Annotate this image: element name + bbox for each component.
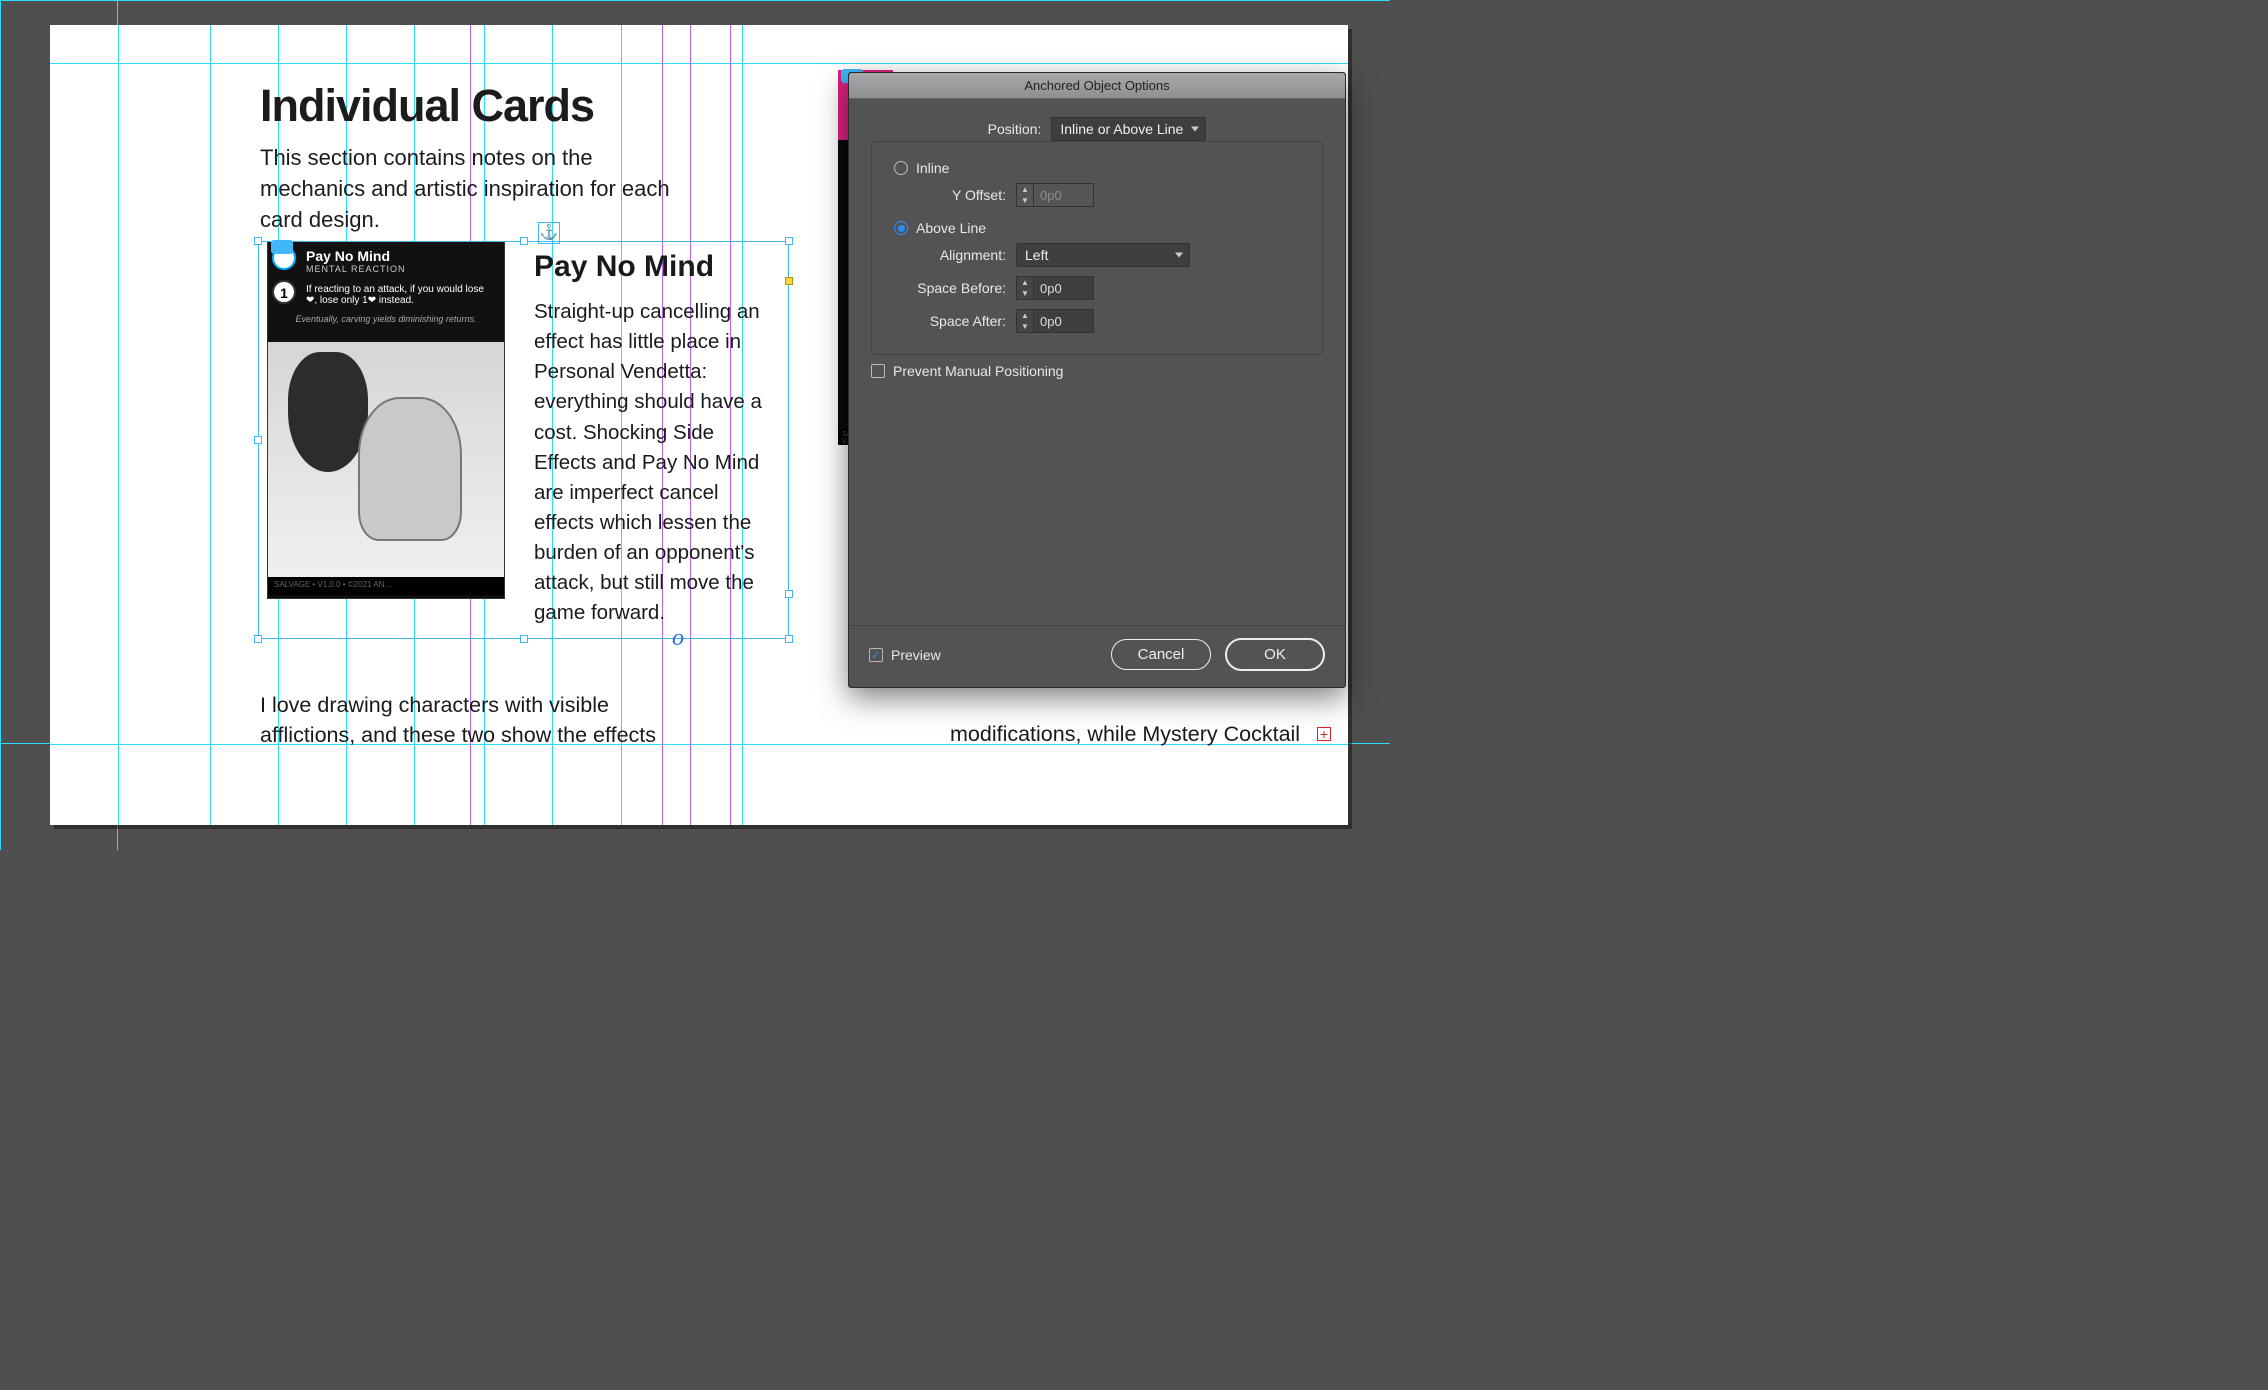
y-offset-label: Y Offset: (886, 187, 1016, 203)
position-dropdown[interactable]: Inline or Above Line (1051, 117, 1206, 141)
chevron-down-icon (1175, 253, 1183, 258)
preview-label: Preview (891, 647, 941, 663)
inline-radio[interactable]: Inline (894, 160, 949, 176)
cancel-button[interactable]: Cancel (1111, 639, 1211, 670)
overset-text-icon[interactable]: + (1317, 727, 1331, 741)
chevron-down-icon (1191, 127, 1199, 132)
anchored-object-options-dialog[interactable]: Anchored Object Options Position: Inline… (848, 72, 1346, 688)
selected-frame[interactable] (258, 241, 789, 639)
alignment-dropdown[interactable]: Left (1016, 243, 1190, 267)
above-line-radio-label: Above Line (916, 220, 986, 236)
space-after-input[interactable]: ▲▼ (1016, 309, 1094, 333)
ok-button[interactable]: OK (1225, 638, 1325, 671)
body-text-below: I love drawing characters with visible a… (260, 690, 660, 750)
dialog-title[interactable]: Anchored Object Options (849, 73, 1345, 99)
preview-checkbox[interactable]: Preview (869, 647, 941, 663)
story-cursor-icon: o (672, 625, 684, 652)
alignment-value: Left (1025, 247, 1048, 263)
above-line-radio[interactable]: Above Line (894, 220, 986, 236)
space-before-input[interactable]: ▲▼ (1016, 276, 1094, 300)
prevent-manual-positioning-label: Prevent Manual Positioning (893, 363, 1063, 379)
space-before-label: Space Before: (886, 280, 1016, 296)
inline-radio-label: Inline (916, 160, 949, 176)
alignment-label: Alignment: (886, 247, 1016, 263)
prevent-manual-positioning-checkbox[interactable]: Prevent Manual Positioning (871, 363, 1063, 379)
space-after-label: Space After: (886, 313, 1016, 329)
position-label: Position: (988, 121, 1042, 137)
y-offset-input: ▲▼ (1016, 183, 1094, 207)
intro-text: This section contains notes on the mecha… (260, 143, 680, 235)
page-heading: Individual Cards (260, 80, 594, 132)
right-column-text-bottom: modifications, while Mystery Cocktail (950, 722, 1300, 747)
anchor-marker-icon[interactable]: ⚓ (538, 222, 560, 244)
position-value: Inline or Above Line (1060, 121, 1183, 137)
